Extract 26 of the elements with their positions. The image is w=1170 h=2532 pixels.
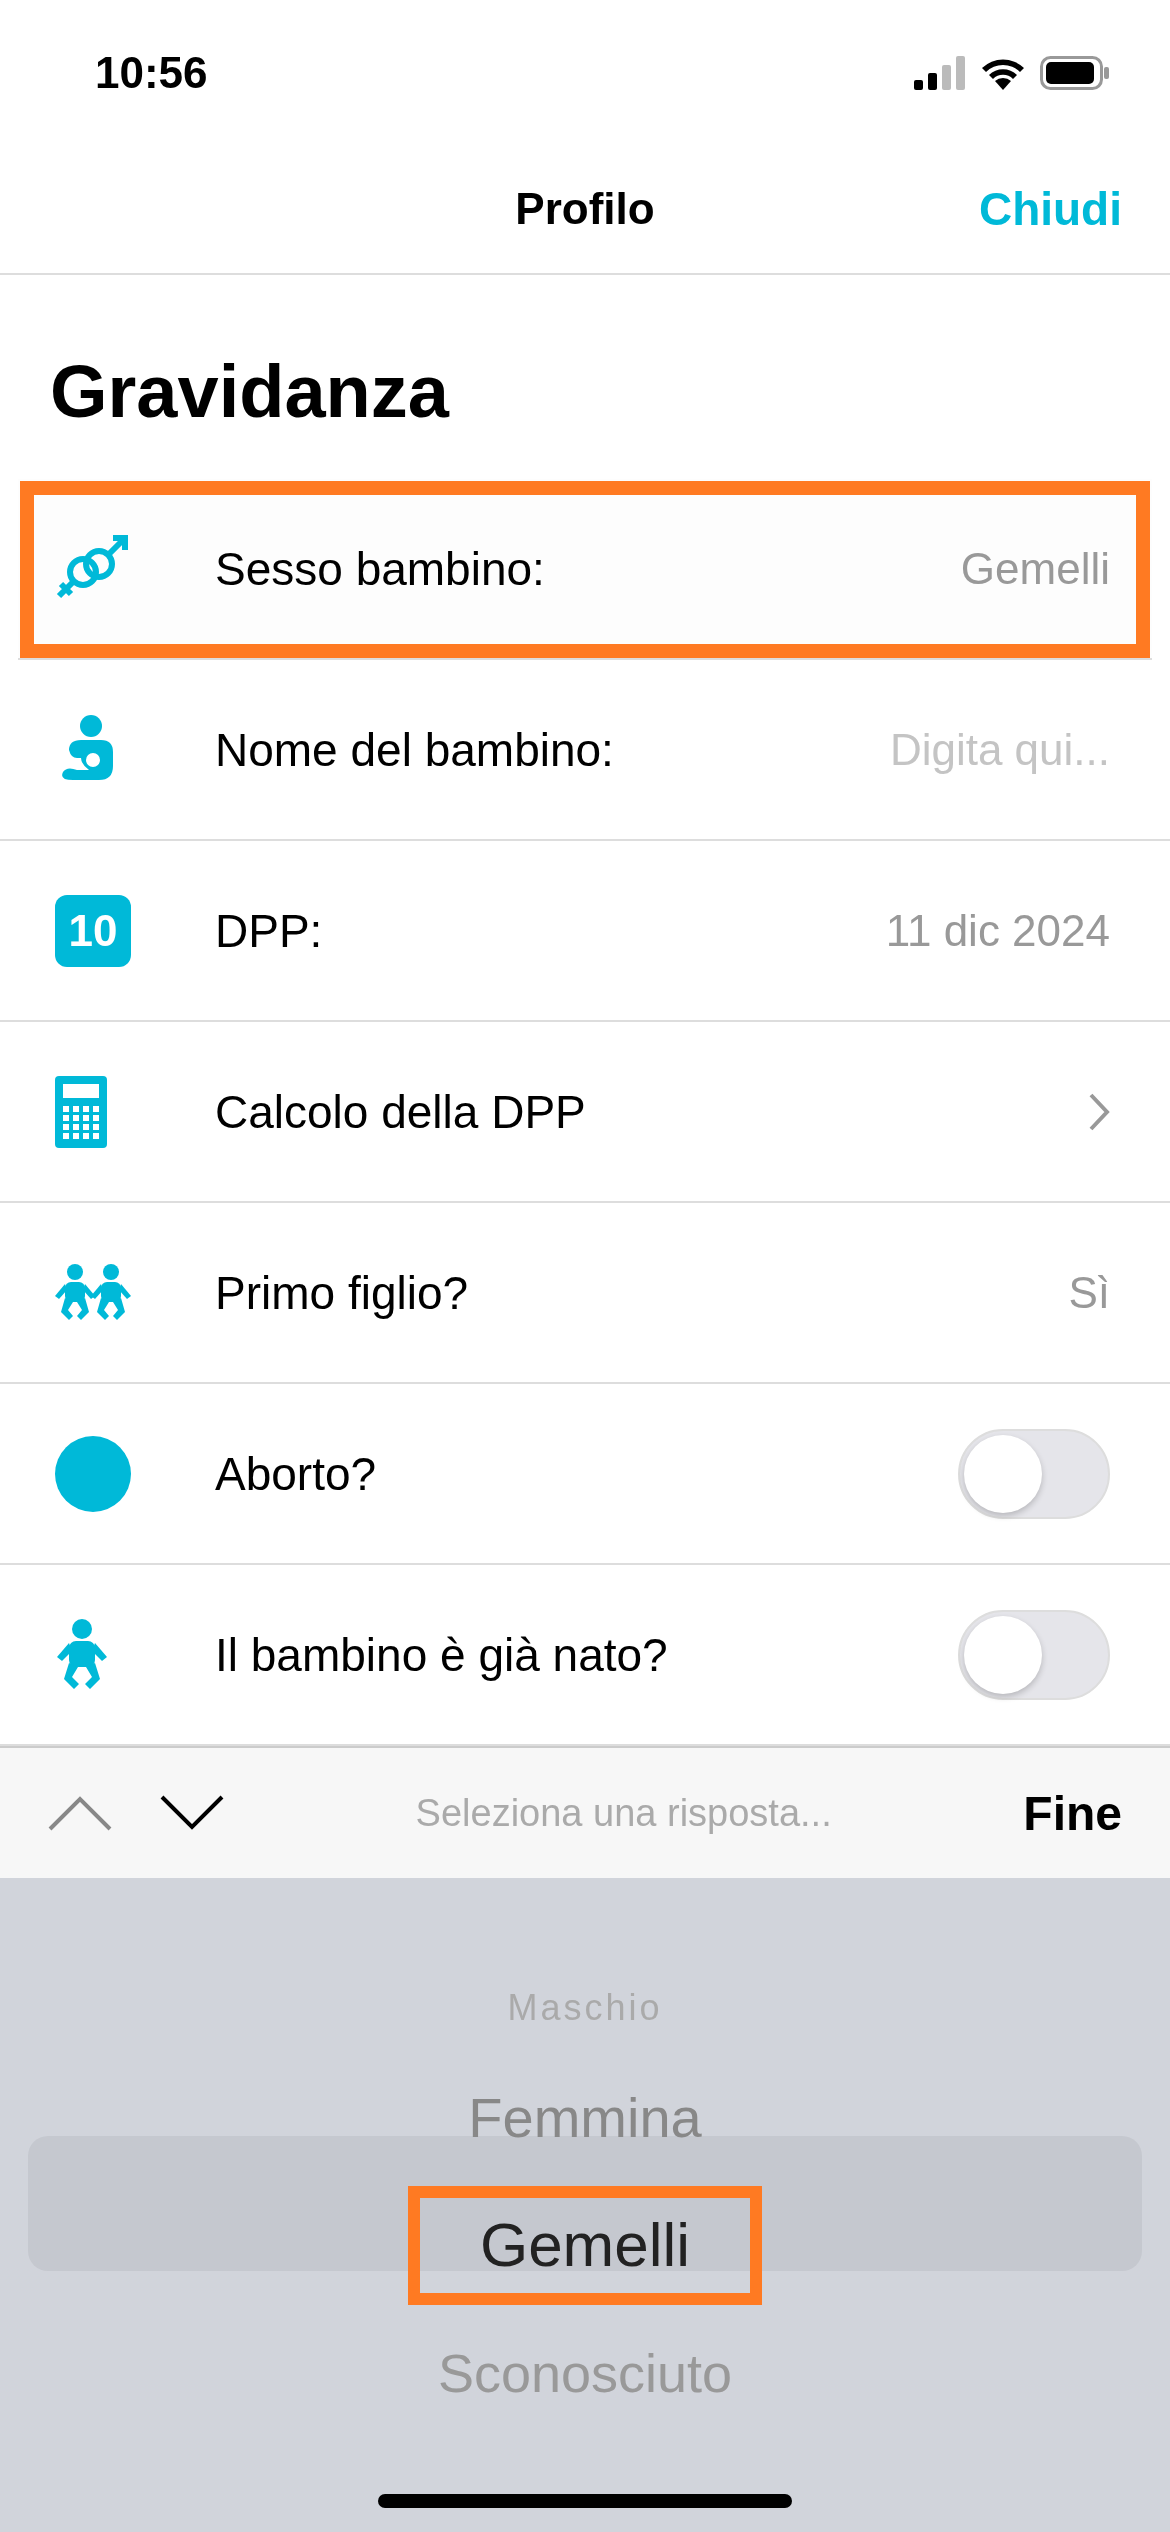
row-label: Primo figlio? — [215, 1265, 470, 1320]
row-label: Il bambino è già nato? — [215, 1627, 669, 1682]
calendar-icon: 10 — [55, 894, 131, 967]
row-label: Sesso bambino: — [215, 541, 546, 596]
section-heading: Gravidanza — [49, 349, 451, 435]
done-button[interactable]: Fine — [1023, 1785, 1122, 1841]
row-value: Gemelli — [960, 543, 1110, 594]
twin-babies-icon — [55, 1263, 133, 1322]
screen-title: Profilo — [515, 184, 655, 234]
picker-prompt: Seleziona una risposta... — [414, 1791, 833, 1835]
baby-icon — [55, 1618, 109, 1691]
name-input-field[interactable]: Digita qui... — [830, 724, 1110, 775]
chevron-icon — [1088, 1091, 1110, 1132]
settings-row[interactable]: Sesso bambino: Gemelli — [18, 479, 1152, 660]
picker-option[interactable]: Gemelli — [407, 2186, 763, 2305]
calculator-icon — [55, 1075, 107, 1148]
row-label: Nome del bambino: — [215, 722, 615, 777]
signal-icon — [914, 55, 966, 90]
battery-icon — [1040, 55, 1110, 90]
row-label: Calcolo della DPP — [215, 1084, 587, 1139]
row-value: Sì — [1068, 1267, 1110, 1318]
circle-icon — [55, 1435, 131, 1512]
row-label: DPP: — [215, 903, 324, 958]
status-time: 10:56 — [95, 47, 208, 98]
row-value: 11 dic 2024 — [885, 905, 1110, 956]
row-label: Aborto? — [215, 1446, 378, 1501]
